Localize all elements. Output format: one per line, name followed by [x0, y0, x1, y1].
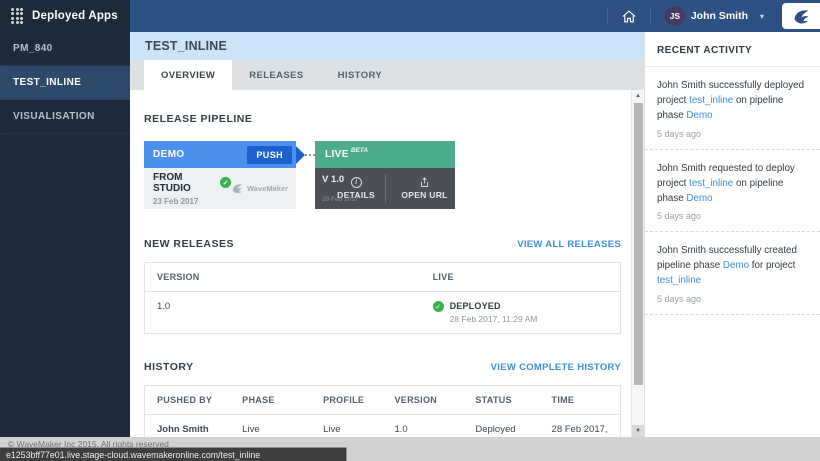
history-version: 1.0	[382, 415, 463, 438]
tab-releases[interactable]: RELEASES	[232, 60, 320, 90]
beta-badge: BETA	[351, 147, 368, 154]
history-status: Deployed	[463, 415, 539, 438]
from-studio-label: FROM STUDIO	[153, 172, 216, 194]
history-table: PUSHED BY PHASE PROFILE VERSION STATUS T…	[144, 385, 621, 437]
user-name: John Smith	[691, 10, 748, 22]
col-time: TIME	[540, 386, 621, 415]
col-phase: PHASE	[230, 386, 311, 415]
live-card-header: LIVE BETA	[315, 141, 455, 168]
activity-item: John Smith requested to deploy project t…	[645, 150, 820, 233]
success-check-icon: ✓	[220, 177, 231, 188]
tab-bar: OVERVIEW RELEASES HISTORY	[130, 60, 644, 90]
apps-grid-icon[interactable]	[11, 8, 23, 25]
history-time: 28 Feb 2017,	[540, 415, 621, 438]
demo-card-header: DEMO PUSH	[144, 141, 296, 168]
page-title: TEST_INLINE	[145, 39, 227, 53]
history-profile-link[interactable]: Live	[311, 415, 382, 438]
release-pipeline: DEMO PUSH FROM STUDIO ✓ 23 Feb 2017 Wave…	[144, 141, 621, 209]
activity-item: John Smith successfully created pipeline…	[645, 232, 820, 315]
activity-project-link[interactable]: test_inline	[689, 95, 733, 106]
topbar-right: JS John Smith ▾	[130, 0, 820, 32]
live-card-body: V 1.0 28 Feb 2017 i DETAILS OPEN URL	[315, 168, 455, 209]
activity-item: John Smith successfully deployed project…	[645, 67, 820, 150]
phase-name-live: LIVE	[325, 149, 349, 160]
col-version: VERSION	[145, 263, 421, 292]
recent-activity-heading: RECENT ACTIVITY	[645, 32, 820, 67]
live-version-area: V 1.0 28 Feb 2017 i DETAILS	[315, 168, 377, 209]
demo-card-body: FROM STUDIO ✓ 23 Feb 2017 WaveMaker	[144, 168, 296, 209]
new-releases-table: VERSION LIVE 1.0 ✓ DEPLOYED 28 Feb 2017,…	[144, 262, 621, 334]
sidebar-item-test-inline[interactable]: TEST_INLINE	[0, 66, 130, 100]
demo-deploy-date: 23 Feb 2017	[153, 197, 231, 206]
top-bar: Deployed Apps JS John Smith ▾	[0, 0, 820, 32]
history-phase: Live	[230, 415, 311, 438]
activity-time: 5 days ago	[657, 211, 808, 221]
vertical-scrollbar[interactable]: ▲ ▼	[631, 90, 644, 437]
col-version: VERSION	[382, 386, 463, 415]
activity-phase-link[interactable]: Demo	[686, 193, 712, 204]
wave-icon	[231, 182, 244, 195]
col-profile: PROFILE	[311, 386, 382, 415]
live-version: V 1.0	[322, 174, 344, 185]
info-icon: i	[351, 177, 362, 188]
view-all-releases-link[interactable]: VIEW ALL RELEASES	[517, 239, 621, 250]
view-complete-history-link[interactable]: VIEW COMPLETE HISTORY	[491, 362, 621, 373]
history-pushed-by: John Smith	[145, 415, 231, 438]
activity-time: 5 days ago	[657, 129, 808, 139]
tab-overview[interactable]: OVERVIEW	[144, 60, 232, 90]
sidebar: PM_840 TEST_INLINE VISUALISATION	[0, 32, 130, 437]
table-row: John Smith Live Live 1.0 Deployed 28 Feb…	[145, 415, 621, 438]
recent-activity-panel: RECENT ACTIVITY John Smith successfully …	[644, 32, 820, 437]
push-button[interactable]: PUSH	[247, 146, 292, 164]
deploy-status: DEPLOYED	[450, 301, 538, 311]
new-releases-heading: NEW RELEASES	[144, 238, 234, 250]
release-version: 1.0	[145, 292, 421, 334]
col-live: LIVE	[421, 263, 621, 292]
user-menu[interactable]: JS John Smith ▾	[651, 0, 776, 32]
live-date: 28 Feb 2017	[322, 196, 359, 203]
sidebar-item-pm-840[interactable]: PM_840	[0, 32, 130, 66]
deploy-time: 28 Feb 2017, 11:29 AM	[450, 314, 538, 324]
activity-time: 5 days ago	[657, 294, 808, 304]
app-title: Deployed Apps	[32, 10, 118, 22]
activity-phase-link[interactable]: Demo	[723, 260, 749, 271]
wavemaker-watermark: WaveMaker	[231, 182, 288, 195]
scrollbar-thumb[interactable]	[634, 103, 643, 385]
release-pipeline-heading: RELEASE PIPELINE	[144, 113, 621, 125]
avatar[interactable]: JS	[665, 6, 685, 26]
scroll-down-icon[interactable]: ▼	[632, 425, 644, 437]
tab-history[interactable]: HISTORY	[321, 60, 400, 90]
main-area: TEST_INLINE OVERVIEW RELEASES HISTORY RE…	[130, 32, 644, 437]
chevron-down-icon[interactable]: ▾	[760, 12, 764, 21]
activity-project-link[interactable]: test_inline	[689, 178, 733, 189]
open-url-icon	[419, 177, 430, 188]
browser-status-url: e1253bff77e01.live.stage-cloud.wavemaker…	[0, 447, 347, 461]
phase-card-live: LIVE BETA V 1.0 28 Feb 2017 i DETAILS	[315, 141, 455, 209]
scroll-up-icon[interactable]: ▲	[632, 90, 644, 102]
col-pushed-by: PUSHED BY	[145, 386, 231, 415]
deployed-check-icon: ✓	[433, 301, 444, 312]
col-status: STATUS	[463, 386, 539, 415]
activity-phase-link[interactable]: Demo	[686, 110, 712, 121]
activity-project-link[interactable]: test_inline	[657, 275, 701, 286]
wavemaker-logo[interactable]	[782, 3, 820, 29]
sidebar-item-visualisation[interactable]: VISUALISATION	[0, 100, 130, 134]
title-band: TEST_INLINE	[130, 32, 644, 60]
open-url-button[interactable]: OPEN URL	[394, 168, 455, 209]
table-row: 1.0 ✓ DEPLOYED 28 Feb 2017, 11:29 AM	[145, 292, 621, 334]
brand-area: Deployed Apps	[0, 0, 130, 32]
history-heading: HISTORY	[144, 361, 194, 373]
demo-deploy-info: FROM STUDIO ✓ 23 Feb 2017	[153, 172, 231, 206]
divider	[385, 174, 386, 203]
watermark-label: WaveMaker	[247, 184, 288, 193]
phase-card-demo: DEMO PUSH FROM STUDIO ✓ 23 Feb 2017 Wave…	[144, 141, 296, 209]
phase-name-demo: DEMO	[153, 149, 185, 160]
home-icon[interactable]	[608, 0, 650, 32]
overview-content: RELEASE PIPELINE DEMO PUSH FROM STUDIO ✓…	[130, 90, 644, 437]
